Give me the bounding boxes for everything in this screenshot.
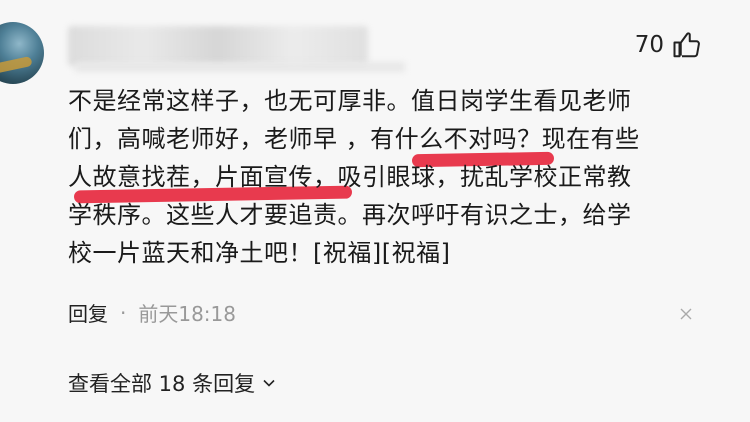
meta-separator: ·: [120, 300, 127, 325]
timestamp: 前天18:18: [138, 302, 236, 326]
username-redacted-secondary: [75, 62, 405, 72]
thumbs-up-icon[interactable]: [672, 30, 702, 60]
comment-line: 们，高喊老师好，老师早 ，有什么不对吗？现在有些: [68, 125, 640, 153]
comment-line: 校一片蓝天和净土吧！[祝福][祝福]: [68, 239, 451, 267]
username-redacted: [68, 26, 368, 66]
view-all-replies-button[interactable]: 查看全部 18 条回复: [68, 368, 277, 398]
avatar[interactable]: [0, 22, 44, 84]
view-all-replies-label: 查看全部 18 条回复: [68, 372, 256, 396]
like-control[interactable]: 70: [635, 30, 702, 60]
chevron-down-icon: [263, 379, 275, 387]
comment-line: 人故意找茬，片面宣传，吸引眼球，扰乱学校正常教: [68, 163, 632, 191]
comment-meta: 回复 · 前天18:18: [68, 298, 236, 327]
comment-line: 学秩序。这些人才要追责。再次呼吁有识之士，给学: [68, 201, 632, 229]
like-count: 70: [634, 32, 664, 58]
reply-button[interactable]: 回复: [68, 298, 108, 327]
comment-line: 不是经常这样子，也无可厚非。值日岗学生看见老师: [68, 87, 632, 115]
comment-text: 不是经常这样子，也无可厚非。值日岗学生看见老师 们，高喊老师好，老师早 ，有什么…: [68, 82, 688, 272]
close-icon[interactable]: [678, 306, 694, 322]
